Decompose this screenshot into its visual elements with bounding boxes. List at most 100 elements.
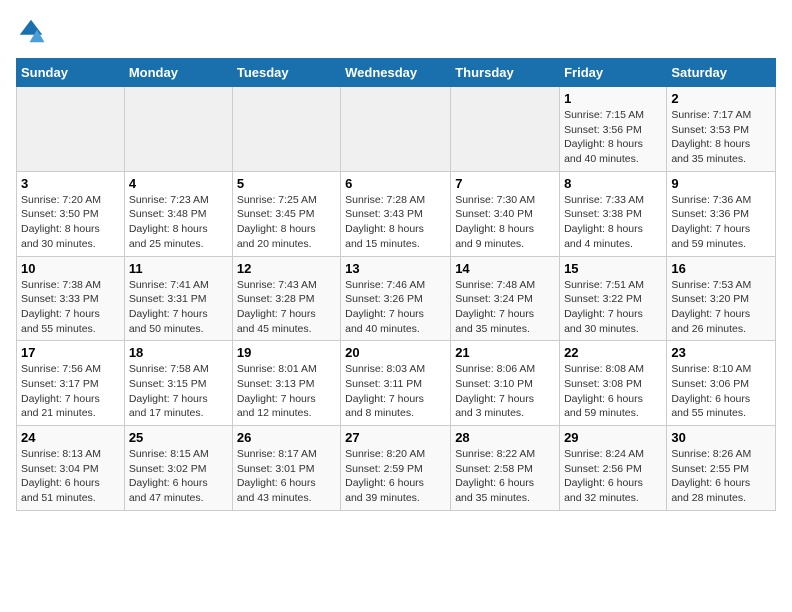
day-cell <box>341 87 451 172</box>
week-row-1: 3Sunrise: 7:20 AM Sunset: 3:50 PM Daylig… <box>17 171 776 256</box>
header-cell-tuesday: Tuesday <box>232 59 340 87</box>
day-number: 12 <box>237 261 336 276</box>
header-cell-sunday: Sunday <box>17 59 125 87</box>
day-cell: 21 Sunrise: 8:06 AM Sunset: 3:10 PM Dayli… <box>451 341 560 426</box>
day-cell: 23Sunrise: 8:10 AM Sunset: 3:06 PM Dayli… <box>667 341 776 426</box>
week-row-2: 10 Sunrise: 7:38 AM Sunset: 3:33 PM Dayli… <box>17 256 776 341</box>
header-cell-monday: Monday <box>124 59 232 87</box>
day-info: Sunrise: 7:41 AM Sunset: 3:31 PM Dayligh… <box>129 278 228 337</box>
header-cell-friday: Friday <box>560 59 667 87</box>
day-cell: 11 Sunrise: 7:41 AM Sunset: 3:31 PM Dayli… <box>124 256 232 341</box>
day-cell: 6 Sunrise: 7:28 AM Sunset: 3:43 PM Daylig… <box>341 171 451 256</box>
week-row-4: 24 Sunrise: 8:13 AM Sunset: 3:04 PM Dayli… <box>17 426 776 511</box>
day-info: Sunrise: 8:15 AM Sunset: 3:02 PM Dayligh… <box>129 447 228 506</box>
day-cell: 9 Sunrise: 7:36 AM Sunset: 3:36 PM Daylig… <box>667 171 776 256</box>
day-cell: 16 Sunrise: 7:53 AM Sunset: 3:20 PM Dayli… <box>667 256 776 341</box>
day-info: Sunrise: 8:08 AM Sunset: 3:08 PM Dayligh… <box>564 362 662 421</box>
day-info: Sunrise: 7:23 AM Sunset: 3:48 PM Dayligh… <box>129 193 228 252</box>
day-cell: 20 Sunrise: 8:03 AM Sunset: 3:11 PM Dayli… <box>341 341 451 426</box>
day-cell: 29 Sunrise: 8:24 AM Sunset: 2:56 PM Dayli… <box>560 426 667 511</box>
day-cell: 19 Sunrise: 8:01 AM Sunset: 3:13 PM Dayli… <box>232 341 340 426</box>
day-cell: 25Sunrise: 8:15 AM Sunset: 3:02 PM Dayli… <box>124 426 232 511</box>
day-info: Sunrise: 7:36 AM Sunset: 3:36 PM Dayligh… <box>671 193 771 252</box>
header <box>16 16 776 46</box>
day-info: Sunrise: 7:38 AM Sunset: 3:33 PM Dayligh… <box>21 278 120 337</box>
day-info: Sunrise: 7:15 AM Sunset: 3:56 PM Dayligh… <box>564 108 662 167</box>
header-cell-saturday: Saturday <box>667 59 776 87</box>
day-cell: 26Sunrise: 8:17 AM Sunset: 3:01 PM Dayli… <box>232 426 340 511</box>
day-number: 29 <box>564 430 662 445</box>
day-number: 24 <box>21 430 120 445</box>
day-number: 18 <box>129 345 228 360</box>
header-cell-wednesday: Wednesday <box>341 59 451 87</box>
day-info: Sunrise: 7:46 AM Sunset: 3:26 PM Dayligh… <box>345 278 446 337</box>
day-cell: 22 Sunrise: 8:08 AM Sunset: 3:08 PM Dayli… <box>560 341 667 426</box>
day-cell: 8 Sunrise: 7:33 AM Sunset: 3:38 PM Daylig… <box>560 171 667 256</box>
day-cell <box>17 87 125 172</box>
day-number: 10 <box>21 261 120 276</box>
day-cell: 17 Sunrise: 7:56 AM Sunset: 3:17 PM Dayli… <box>17 341 125 426</box>
day-number: 15 <box>564 261 662 276</box>
header-row: SundayMondayTuesdayWednesdayThursdayFrid… <box>17 59 776 87</box>
day-number: 21 <box>455 345 555 360</box>
day-info: Sunrise: 8:20 AM Sunset: 2:59 PM Dayligh… <box>345 447 446 506</box>
day-cell: 4Sunrise: 7:23 AM Sunset: 3:48 PM Daylig… <box>124 171 232 256</box>
day-cell: 12Sunrise: 7:43 AM Sunset: 3:28 PM Dayli… <box>232 256 340 341</box>
day-number: 1 <box>564 91 662 106</box>
day-number: 22 <box>564 345 662 360</box>
calendar-body: 1 Sunrise: 7:15 AM Sunset: 3:56 PM Daylig… <box>17 87 776 511</box>
logo-icon <box>16 16 46 46</box>
day-number: 16 <box>671 261 771 276</box>
calendar-header: SundayMondayTuesdayWednesdayThursdayFrid… <box>17 59 776 87</box>
day-number: 8 <box>564 176 662 191</box>
day-cell: 27 Sunrise: 8:20 AM Sunset: 2:59 PM Dayli… <box>341 426 451 511</box>
day-info: Sunrise: 7:51 AM Sunset: 3:22 PM Dayligh… <box>564 278 662 337</box>
day-cell: 2 Sunrise: 7:17 AM Sunset: 3:53 PM Daylig… <box>667 87 776 172</box>
day-number: 26 <box>237 430 336 445</box>
day-cell: 28 Sunrise: 8:22 AM Sunset: 2:58 PM Dayli… <box>451 426 560 511</box>
day-info: Sunrise: 8:01 AM Sunset: 3:13 PM Dayligh… <box>237 362 336 421</box>
day-number: 9 <box>671 176 771 191</box>
week-row-3: 17 Sunrise: 7:56 AM Sunset: 3:17 PM Dayli… <box>17 341 776 426</box>
day-number: 20 <box>345 345 446 360</box>
day-cell: 1 Sunrise: 7:15 AM Sunset: 3:56 PM Daylig… <box>560 87 667 172</box>
day-info: Sunrise: 8:06 AM Sunset: 3:10 PM Dayligh… <box>455 362 555 421</box>
day-number: 14 <box>455 261 555 276</box>
day-cell: 5Sunrise: 7:25 AM Sunset: 3:45 PM Daylig… <box>232 171 340 256</box>
day-info: Sunrise: 7:48 AM Sunset: 3:24 PM Dayligh… <box>455 278 555 337</box>
day-number: 28 <box>455 430 555 445</box>
day-number: 13 <box>345 261 446 276</box>
day-info: Sunrise: 7:25 AM Sunset: 3:45 PM Dayligh… <box>237 193 336 252</box>
day-cell: 7Sunrise: 7:30 AM Sunset: 3:40 PM Daylig… <box>451 171 560 256</box>
logo <box>16 16 50 46</box>
day-number: 6 <box>345 176 446 191</box>
day-info: Sunrise: 7:56 AM Sunset: 3:17 PM Dayligh… <box>21 362 120 421</box>
day-number: 27 <box>345 430 446 445</box>
day-cell <box>232 87 340 172</box>
day-info: Sunrise: 7:53 AM Sunset: 3:20 PM Dayligh… <box>671 278 771 337</box>
day-number: 11 <box>129 261 228 276</box>
day-number: 19 <box>237 345 336 360</box>
day-info: Sunrise: 7:58 AM Sunset: 3:15 PM Dayligh… <box>129 362 228 421</box>
day-info: Sunrise: 7:17 AM Sunset: 3:53 PM Dayligh… <box>671 108 771 167</box>
day-cell: 10 Sunrise: 7:38 AM Sunset: 3:33 PM Dayli… <box>17 256 125 341</box>
calendar-table: SundayMondayTuesdayWednesdayThursdayFrid… <box>16 58 776 511</box>
day-cell: 30 Sunrise: 8:26 AM Sunset: 2:55 PM Dayli… <box>667 426 776 511</box>
day-info: Sunrise: 8:10 AM Sunset: 3:06 PM Dayligh… <box>671 362 771 421</box>
day-number: 7 <box>455 176 555 191</box>
day-number: 2 <box>671 91 771 106</box>
day-info: Sunrise: 8:03 AM Sunset: 3:11 PM Dayligh… <box>345 362 446 421</box>
day-cell: 18 Sunrise: 7:58 AM Sunset: 3:15 PM Dayli… <box>124 341 232 426</box>
day-cell: 13 Sunrise: 7:46 AM Sunset: 3:26 PM Dayli… <box>341 256 451 341</box>
day-cell: 15 Sunrise: 7:51 AM Sunset: 3:22 PM Dayli… <box>560 256 667 341</box>
day-info: Sunrise: 8:26 AM Sunset: 2:55 PM Dayligh… <box>671 447 771 506</box>
day-number: 17 <box>21 345 120 360</box>
day-info: Sunrise: 8:24 AM Sunset: 2:56 PM Dayligh… <box>564 447 662 506</box>
day-info: Sunrise: 8:22 AM Sunset: 2:58 PM Dayligh… <box>455 447 555 506</box>
day-number: 3 <box>21 176 120 191</box>
day-number: 30 <box>671 430 771 445</box>
day-cell: 14 Sunrise: 7:48 AM Sunset: 3:24 PM Dayli… <box>451 256 560 341</box>
day-info: Sunrise: 7:28 AM Sunset: 3:43 PM Dayligh… <box>345 193 446 252</box>
day-info: Sunrise: 8:13 AM Sunset: 3:04 PM Dayligh… <box>21 447 120 506</box>
day-info: Sunrise: 7:33 AM Sunset: 3:38 PM Dayligh… <box>564 193 662 252</box>
